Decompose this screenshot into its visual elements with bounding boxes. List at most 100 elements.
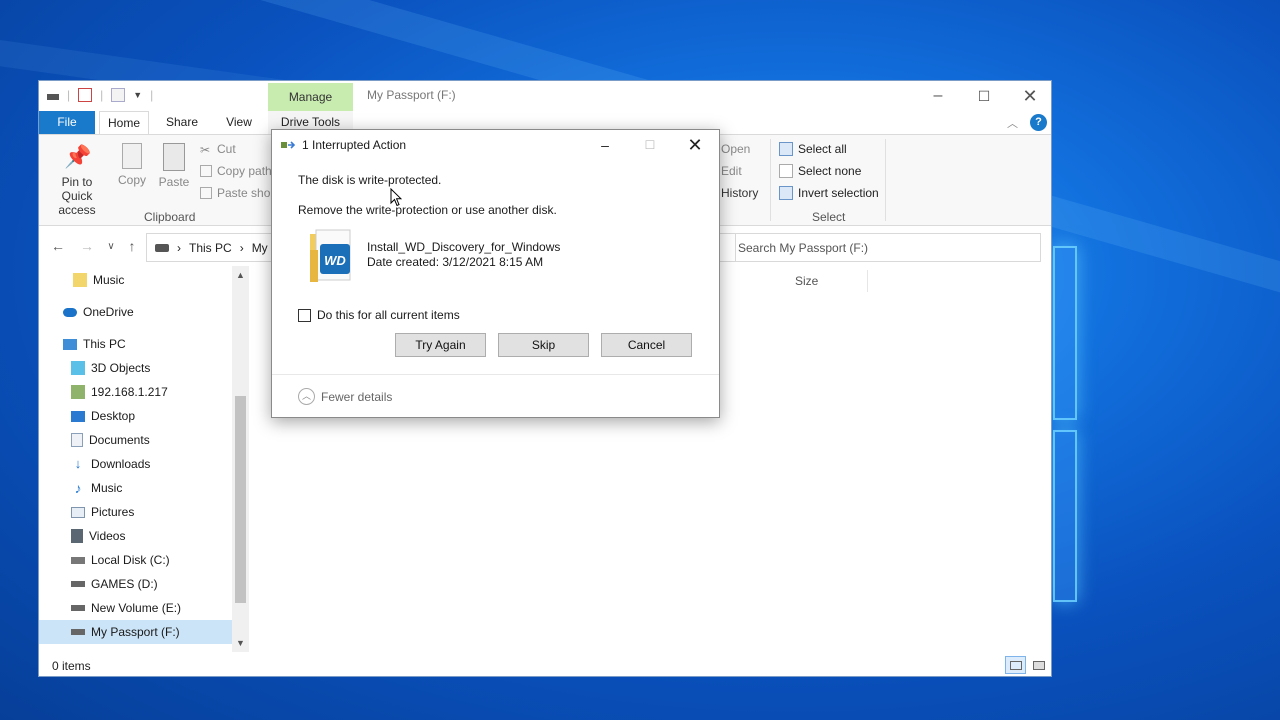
- mouse-pointer-icon: [390, 188, 402, 207]
- nav-item-my-passport-f[interactable]: My Passport (F:): [39, 620, 232, 644]
- cloud-icon: [63, 307, 77, 317]
- details-view-icon[interactable]: [1005, 656, 1026, 674]
- try-again-button[interactable]: Try Again: [395, 333, 486, 357]
- chevron-up-icon: ︿: [298, 388, 315, 405]
- error-hint: Remove the write-protection or use anoth…: [298, 203, 557, 217]
- close-button[interactable]: ✕: [1007, 83, 1053, 109]
- history-button[interactable]: History: [721, 186, 758, 200]
- nav-item-label: New Volume (E:): [91, 601, 182, 615]
- file-name: Install_WD_Discovery_for_Windows: [367, 240, 561, 254]
- help-icon[interactable]: ?: [1030, 114, 1047, 131]
- file-date-created: Date created: 3/12/2021 8:15 AM: [367, 255, 544, 269]
- scroll-down-arrow-icon[interactable]: ▼: [232, 638, 249, 648]
- breadcrumb-separator: ›: [177, 240, 181, 255]
- status-bar: 0 items: [39, 654, 1051, 676]
- up-arrow-icon[interactable]: ↑: [124, 238, 140, 254]
- cut-button[interactable]: ✂ Cut: [200, 142, 236, 157]
- nav-item-label: GAMES (D:): [91, 577, 158, 591]
- select-all-button[interactable]: Select all: [779, 142, 847, 156]
- nav-item-label: Videos: [89, 529, 126, 543]
- apply-to-all-label[interactable]: Do this for all current items: [317, 308, 460, 322]
- dialog-maximize-button: ☐: [644, 138, 656, 152]
- nav-item-new-volume-e[interactable]: New Volume (E:): [39, 596, 232, 620]
- nav-item-games-d[interactable]: GAMES (D:): [39, 572, 232, 596]
- nav-item-videos[interactable]: Videos: [39, 524, 232, 548]
- back-arrow-icon[interactable]: ←: [50, 238, 66, 254]
- paste-label: Paste: [158, 175, 190, 189]
- apply-to-all-row[interactable]: Do this for all current items: [298, 308, 460, 322]
- drive-icon[interactable]: [47, 94, 59, 100]
- nav-item-documents[interactable]: Documents: [39, 428, 232, 452]
- ribbon-divider: [770, 139, 771, 221]
- paste-button[interactable]: Paste: [157, 143, 191, 189]
- drive-icon: [71, 605, 85, 611]
- network-drive-icon: [71, 385, 85, 399]
- dialog-minimize-button[interactable]: –: [582, 132, 628, 158]
- nav-item-pictures[interactable]: Pictures: [39, 500, 232, 524]
- nav-scrollbar[interactable]: ▲ ▼: [232, 266, 249, 652]
- invert-selection-label: Invert selection: [798, 186, 879, 200]
- open-button[interactable]: Open: [721, 142, 750, 156]
- nav-item-local-disk-c[interactable]: Local Disk (C:): [39, 548, 232, 572]
- paste-shortcut-button[interactable]: Paste shor: [200, 186, 274, 200]
- nav-item-label: My Passport (F:): [91, 625, 180, 639]
- nav-item-onedrive[interactable]: OneDrive: [39, 300, 232, 324]
- nav-item-downloads[interactable]: ↓ Downloads: [39, 452, 232, 476]
- details-view-glyph: [1009, 661, 1022, 670]
- nav-item-network-drive[interactable]: 192.168.1.217: [39, 380, 232, 404]
- dialog-title: 1 Interrupted Action: [302, 138, 407, 152]
- title-bar: | | ▼ | Manage My Passport (F:) – ☐ ✕: [39, 81, 1053, 111]
- nav-item-this-pc[interactable]: This PC: [39, 332, 232, 356]
- paste-icon: [163, 143, 185, 171]
- minimize-button[interactable]: –: [915, 83, 961, 109]
- tab-view[interactable]: View: [219, 111, 259, 134]
- nav-item-label: Music: [93, 273, 125, 287]
- properties-icon[interactable]: [78, 88, 93, 102]
- pin-to-quick-access-button[interactable]: 📌 Pin to Quick access: [47, 143, 107, 217]
- new-folder-icon[interactable]: [111, 88, 126, 102]
- scrollbar-thumb[interactable]: [235, 396, 246, 603]
- separator: |: [100, 88, 104, 102]
- scroll-up-arrow-icon[interactable]: ▲: [232, 270, 249, 280]
- cancel-button[interactable]: Cancel: [601, 333, 692, 357]
- tab-home[interactable]: Home: [99, 111, 149, 135]
- maximize-button[interactable]: ☐: [961, 83, 1007, 109]
- collapse-ribbon-icon[interactable]: ︿: [1007, 115, 1018, 131]
- skip-button[interactable]: Skip: [498, 333, 589, 357]
- tab-share[interactable]: Share: [162, 111, 202, 134]
- nav-item-label: 3D Objects: [91, 361, 151, 375]
- recent-locations-icon[interactable]: ∨: [103, 241, 119, 252]
- tab-manage[interactable]: Manage: [268, 83, 353, 111]
- nav-item-music[interactable]: ♪ Music: [39, 476, 232, 500]
- windows-logo-pane: [1053, 430, 1077, 602]
- nav-item-3d-objects[interactable]: 3D Objects: [39, 356, 232, 380]
- tab-file[interactable]: File: [39, 111, 95, 134]
- download-arrow-icon: ↓: [74, 456, 82, 471]
- forward-arrow-icon[interactable]: →: [79, 238, 95, 254]
- customize-qat-icon[interactable]: ▼: [133, 87, 142, 103]
- invert-selection-button[interactable]: Invert selection: [779, 186, 879, 200]
- nav-item-desktop[interactable]: Desktop: [39, 404, 232, 428]
- select-none-button[interactable]: Select none: [779, 164, 861, 178]
- nav-item-label: Music: [91, 481, 123, 495]
- invert-selection-icon: [779, 186, 793, 200]
- dialog-close-button[interactable]: ✕: [672, 132, 718, 158]
- fewer-details-toggle[interactable]: ︿ Fewer details: [298, 388, 392, 405]
- copy-button[interactable]: Copy: [115, 143, 149, 187]
- edit-button[interactable]: Edit: [721, 164, 742, 178]
- copy-path-button[interactable]: Copy path: [200, 164, 272, 178]
- copy-path-label: Copy path: [217, 164, 272, 178]
- column-header-size[interactable]: Size: [795, 274, 818, 288]
- search-input[interactable]: Search My Passport (F:): [719, 233, 1041, 262]
- breadcrumb-separator: ›: [239, 240, 244, 255]
- copy-transfer-icon: [281, 141, 295, 149]
- drive-icon: [71, 629, 85, 635]
- windows-drive-icon: [71, 556, 85, 564]
- copy-label: Copy: [117, 173, 146, 187]
- breadcrumb-this-pc[interactable]: This PC: [189, 241, 232, 255]
- large-icons-glyph: [1032, 661, 1045, 670]
- dialog-footer-divider: [272, 374, 719, 375]
- apply-to-all-checkbox[interactable]: [298, 308, 311, 322]
- nav-item-music-quick[interactable]: Music: [39, 268, 232, 292]
- large-icons-view-icon[interactable]: [1028, 656, 1049, 674]
